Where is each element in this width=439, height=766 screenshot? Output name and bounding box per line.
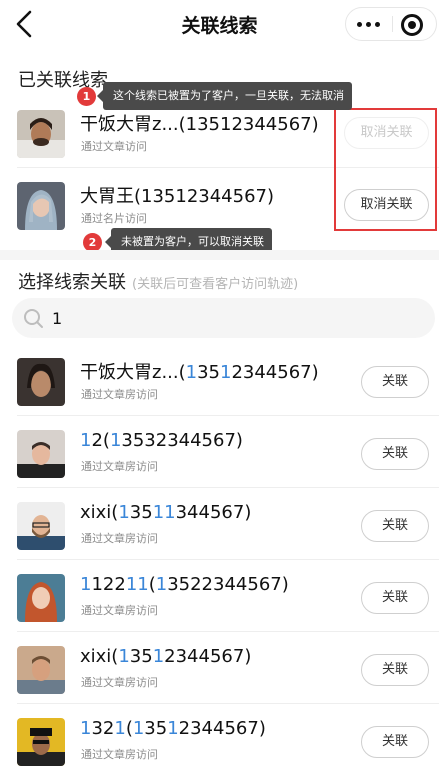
- clue-source: 通过文章房访问: [81, 532, 158, 545]
- candidate-row: xixi(13511344567) 通过文章房访问 关联: [0, 490, 439, 560]
- avatar: [17, 430, 65, 478]
- select-hint: (关联后可查看客户访问轨迹): [132, 277, 299, 292]
- select-section-title: 选择线索关联 (关联后可查看客户访问轨迹): [18, 268, 298, 294]
- avatar: [17, 718, 65, 766]
- avatar: [17, 502, 65, 550]
- name-text: (: [148, 574, 156, 595]
- match-highlight: 1: [132, 718, 145, 739]
- name-text: 2(: [91, 430, 110, 451]
- search-input[interactable]: [52, 304, 422, 332]
- name-text: 5: [208, 362, 220, 383]
- avatar: [17, 646, 65, 694]
- avatar: [17, 574, 65, 622]
- candidate-row: 1321(13512344567) 通过文章房访问 关联: [0, 706, 439, 766]
- name-text: 2344567): [231, 362, 319, 383]
- capsule-divider: [392, 16, 393, 32]
- clue-source: 通过文章房访问: [81, 388, 158, 401]
- clue-name: 干饭大胃z...(13512344567): [80, 114, 319, 135]
- match-highlight: 11: [125, 574, 149, 595]
- clue-name: xixi(13512344567): [80, 646, 251, 667]
- row-divider: [17, 559, 439, 560]
- row-divider: [17, 631, 439, 632]
- clue-source: 通过文章访问: [81, 140, 147, 153]
- name-text: 122: [91, 574, 126, 595]
- row-divider: [17, 415, 439, 416]
- candidate-row: 12(13532344567) 通过文章房访问 关联: [0, 418, 439, 488]
- match-highlight: 1: [80, 430, 92, 451]
- link-button[interactable]: 关联: [361, 438, 429, 470]
- avatar: [17, 182, 65, 230]
- name-text: 2344567): [164, 646, 252, 667]
- match-highlight: 1: [80, 574, 92, 595]
- more-dots-icon[interactable]: [346, 8, 392, 40]
- clue-name: 大胃王(13512344567): [80, 186, 275, 207]
- match-highlight: 11: [152, 502, 176, 523]
- clue-source: 通过文章房访问: [81, 748, 158, 761]
- link-button[interactable]: 关联: [361, 366, 429, 398]
- annotation-badge-1: 1: [77, 87, 96, 106]
- link-button[interactable]: 关联: [361, 726, 429, 758]
- annotation-tooltip-1: 这个线索已被置为了客户，一旦关联，无法取消: [97, 82, 352, 110]
- search-bar[interactable]: [12, 298, 435, 338]
- clue-name: 112211(13522344567): [80, 574, 289, 595]
- match-highlight: 1: [118, 502, 130, 523]
- name-text: 干饭大胃z...(: [80, 362, 186, 383]
- clue-source: 通过名片访问: [81, 212, 147, 225]
- linked-section-title: 已关联线索: [18, 70, 108, 91]
- highlight-box: [334, 108, 437, 231]
- match-highlight: 1: [185, 362, 198, 383]
- name-text: 3: [197, 362, 209, 383]
- name-text: 35: [129, 502, 153, 523]
- clue-name: 12(13532344567): [80, 430, 243, 451]
- match-highlight: 1: [80, 718, 92, 739]
- link-button[interactable]: 关联: [361, 582, 429, 614]
- name-text: (: [125, 718, 133, 739]
- candidate-row: 干饭大胃z...(13512344567) 通过文章房访问 关联: [0, 346, 439, 416]
- match-highlight: 1: [152, 646, 165, 667]
- name-text: 32: [91, 718, 115, 739]
- clue-name: xixi(13511344567): [80, 502, 251, 523]
- match-highlight: 1: [114, 718, 126, 739]
- name-text: 3522344567): [167, 574, 289, 595]
- clue-name: 干饭大胃z...(13512344567): [80, 358, 319, 384]
- row-divider: [17, 703, 439, 704]
- clue-source: 通过文章房访问: [81, 676, 158, 689]
- name-text: 2344567): [178, 718, 266, 739]
- search-icon: [24, 309, 43, 328]
- match-highlight: 1: [220, 362, 232, 383]
- close-circle-icon[interactable]: [401, 14, 423, 36]
- match-highlight: 1: [167, 718, 179, 739]
- avatar: [17, 110, 65, 158]
- name-text: 35: [144, 718, 168, 739]
- section-gap: [0, 250, 439, 260]
- match-highlight: 1: [109, 430, 122, 451]
- candidate-row: xixi(13512344567) 通过文章房访问 关联: [0, 634, 439, 704]
- name-text: 344567): [175, 502, 252, 523]
- name-text: 3532344567): [121, 430, 243, 451]
- select-title-text: 选择线索关联: [18, 272, 126, 293]
- name-text: 35: [129, 646, 153, 667]
- mini-program-capsule: [345, 7, 437, 41]
- clue-source: 通过文章房访问: [81, 604, 158, 617]
- avatar: [17, 358, 65, 406]
- match-highlight: 1: [118, 646, 130, 667]
- row-divider: [17, 487, 439, 488]
- navbar: 关联线索: [0, 0, 439, 48]
- name-text: xixi(: [80, 502, 119, 523]
- link-button[interactable]: 关联: [361, 654, 429, 686]
- link-button[interactable]: 关联: [361, 510, 429, 542]
- match-highlight: 1: [155, 574, 168, 595]
- clue-name: 1321(13512344567): [80, 718, 266, 739]
- name-text: xixi(: [80, 646, 119, 667]
- candidate-row: 112211(13522344567) 通过文章房访问 关联: [0, 562, 439, 632]
- clue-source: 通过文章房访问: [81, 460, 158, 473]
